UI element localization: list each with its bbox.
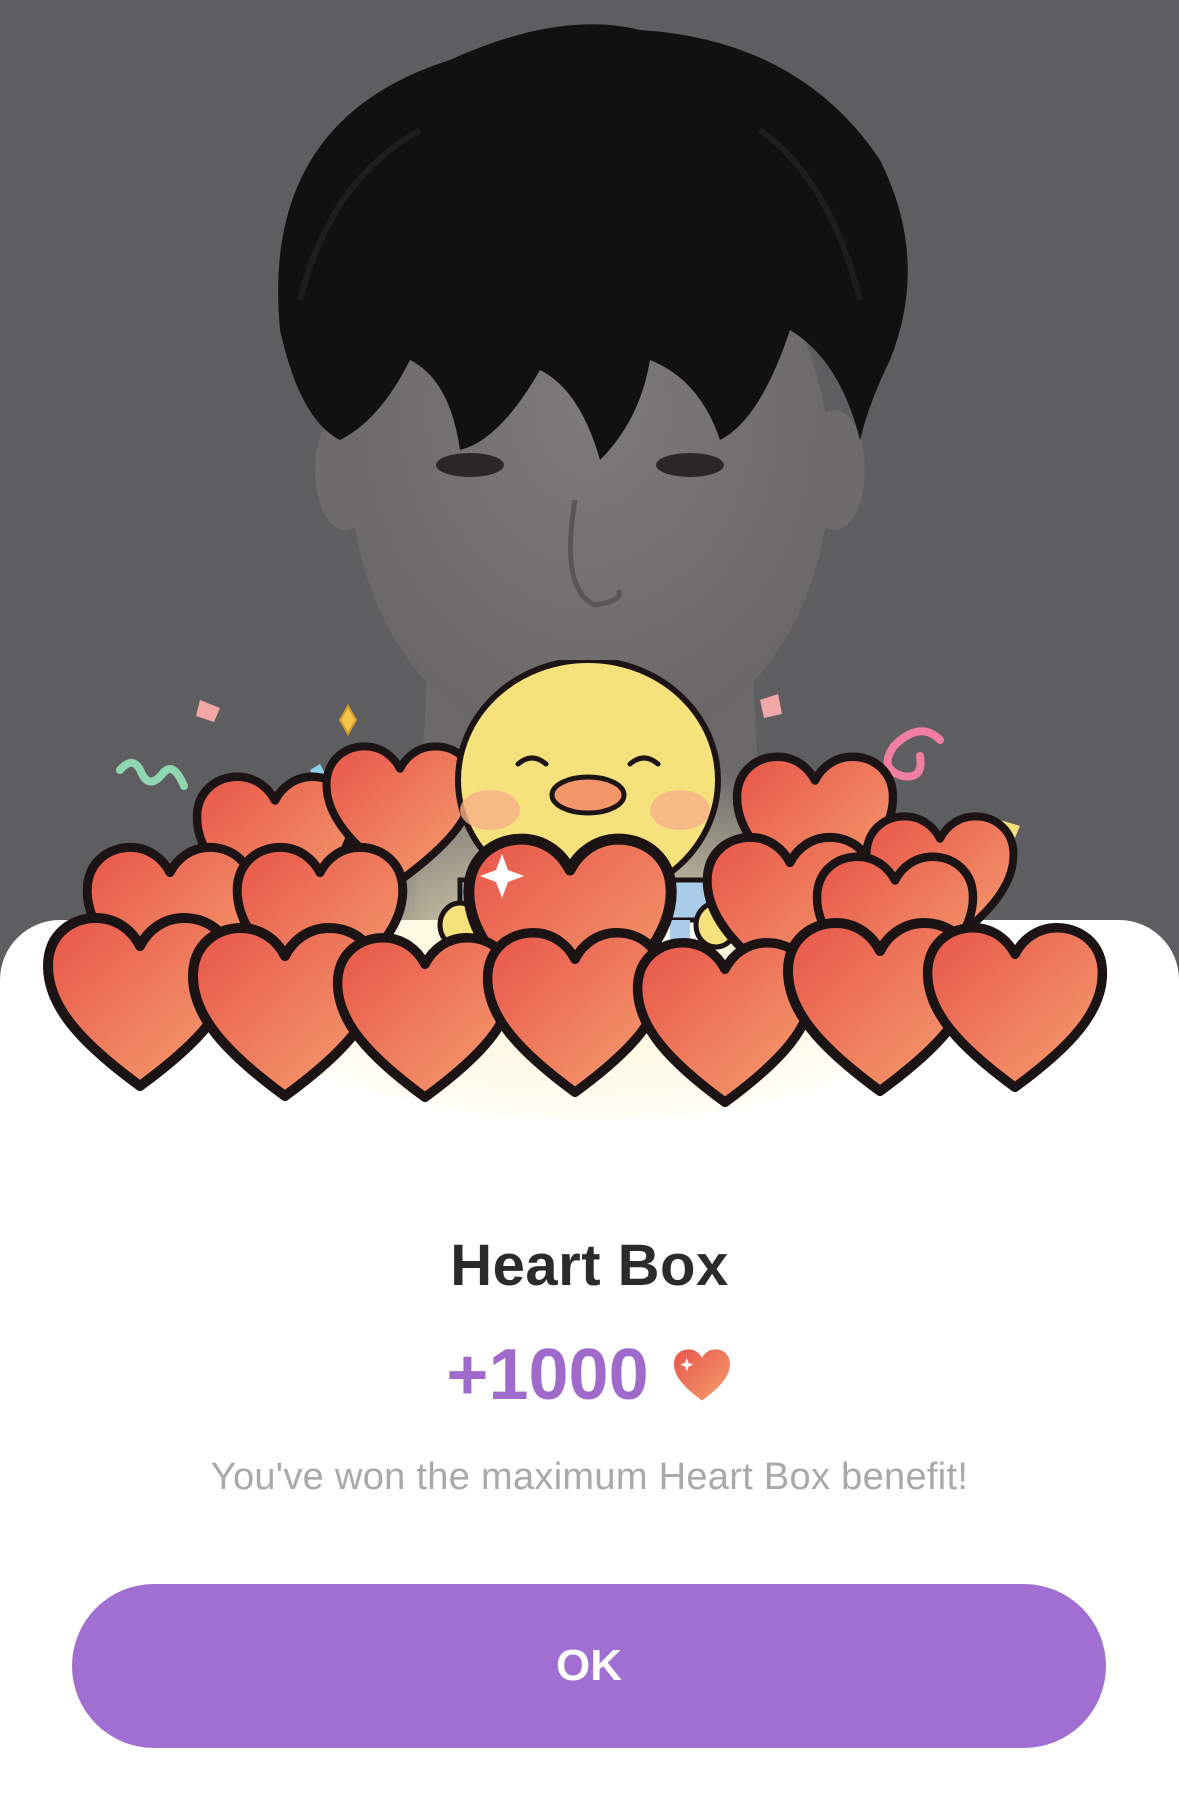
heart-box-illustration [40,660,1140,1120]
dialog-message: You've won the maximum Heart Box benefit… [210,1456,969,1498]
ok-button[interactable]: OK [72,1584,1106,1748]
heart-icon [673,1349,730,1401]
dialog-title: Heart Box [450,1233,729,1298]
reward-amount: +1000 [446,1335,649,1415]
reward-amount-row: +1000 [0,1330,1179,1420]
